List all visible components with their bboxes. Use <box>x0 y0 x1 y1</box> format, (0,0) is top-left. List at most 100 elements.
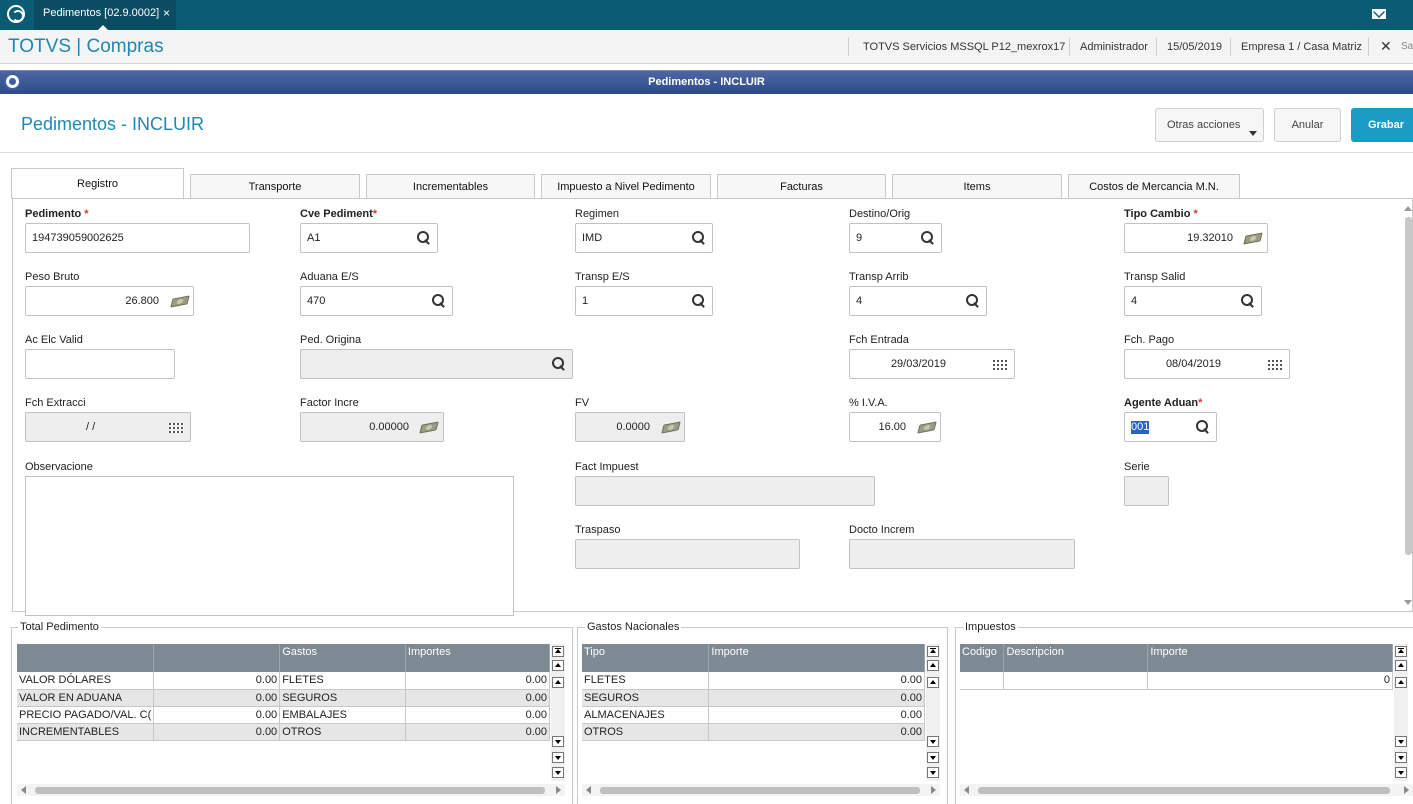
aduana-input[interactable]: 470 <box>300 286 453 316</box>
column-header[interactable]: Gastos <box>279 644 406 672</box>
page-down-icon[interactable] <box>1395 752 1407 763</box>
fch-pago-input[interactable]: 08/04/2019 <box>1124 349 1290 379</box>
scroll-right-icon[interactable] <box>931 786 936 794</box>
scroll-bottom-icon[interactable] <box>927 767 939 778</box>
agente-aduan-input[interactable]: 001 <box>1124 412 1217 442</box>
column-header[interactable] <box>153 644 281 672</box>
scroll-top-icon[interactable] <box>1395 646 1407 657</box>
scroll-down-icon[interactable] <box>552 736 564 747</box>
scroll-right-icon[interactable] <box>556 786 561 794</box>
table-scrollbar[interactable] <box>551 644 565 781</box>
exit-label[interactable]: Sa <box>1401 41 1413 52</box>
tab-incrementables[interactable]: Incrementables <box>366 174 535 199</box>
column-header[interactable]: Importes <box>405 644 551 672</box>
scroll-left-icon[interactable] <box>21 786 26 794</box>
table-row[interactable]: 0 <box>960 672 1393 690</box>
search-icon[interactable] <box>432 294 446 308</box>
search-icon[interactable] <box>921 231 935 245</box>
search-icon[interactable] <box>966 294 980 308</box>
search-icon[interactable] <box>417 231 431 245</box>
horizontal-scrollbar[interactable] <box>17 784 565 796</box>
cve-pediment-input[interactable]: A1 <box>300 223 438 253</box>
tab-facturas[interactable]: Facturas <box>717 174 886 199</box>
column-header[interactable]: Tipo <box>582 644 710 672</box>
column-header[interactable]: Codigo <box>960 644 1005 672</box>
transp-arrib-input[interactable]: 4 <box>849 286 987 316</box>
scroll-left-icon[interactable] <box>964 786 969 794</box>
fact-impuest-input[interactable] <box>575 476 875 506</box>
page-up-icon[interactable] <box>552 660 564 671</box>
window-icon[interactable] <box>4 73 21 90</box>
calendar-icon[interactable] <box>1268 358 1283 370</box>
calendar-icon[interactable] <box>993 358 1008 370</box>
scroll-bottom-icon[interactable] <box>1395 767 1407 778</box>
scroll-up-icon[interactable] <box>1395 677 1407 688</box>
ac-elc-input[interactable] <box>25 349 175 379</box>
regimen-input[interactable]: IMD <box>575 223 713 253</box>
tab-transporte[interactable]: Transporte <box>190 174 360 199</box>
tab-close-icon[interactable]: × <box>163 0 170 26</box>
page-down-icon[interactable] <box>927 752 939 763</box>
scroll-up-icon[interactable] <box>552 677 564 688</box>
table-row[interactable]: SEGUROS 0.00 <box>582 689 925 707</box>
traspaso-input[interactable] <box>575 539 800 569</box>
scroll-down-icon[interactable] <box>927 736 939 747</box>
page-up-icon[interactable] <box>1395 660 1407 671</box>
pedimento-input[interactable]: 194739059002625 <box>25 223 250 253</box>
search-icon[interactable] <box>1241 294 1255 308</box>
search-icon[interactable] <box>692 294 706 308</box>
tab-items[interactable]: Items <box>892 174 1062 199</box>
scroll-bottom-icon[interactable] <box>552 767 564 778</box>
fch-entrada-input[interactable]: 29/03/2019 <box>849 349 1015 379</box>
transp-salid-input[interactable]: 4 <box>1124 286 1262 316</box>
environment-label[interactable]: TOTVS Servicios MSSQL P12_mexrox17 <box>863 41 1065 53</box>
scroll-up-icon[interactable] <box>1404 206 1412 211</box>
scroll-right-icon[interactable] <box>1404 786 1409 794</box>
table-scrollbar[interactable] <box>1394 644 1408 781</box>
table-row[interactable]: PRECIO PAGADO/VAL. C(0.00 EMBALAJES 0.00 <box>17 706 551 724</box>
horizontal-scrollbar[interactable] <box>960 784 1413 796</box>
search-icon[interactable] <box>1196 420 1210 434</box>
table-row[interactable]: VALOR DÓLARES 0.00 FLETES 0.00 <box>17 672 551 690</box>
tab-costos-mercancia[interactable]: Costos de Mercancia M.N. <box>1068 174 1240 199</box>
search-icon[interactable] <box>552 357 566 371</box>
transp-es-input[interactable]: 1 <box>575 286 713 316</box>
column-header[interactable]: Importe <box>708 644 925 672</box>
search-icon[interactable] <box>692 231 706 245</box>
scroll-top-icon[interactable] <box>927 646 939 657</box>
observacione-textarea[interactable] <box>25 476 514 616</box>
scroll-thumb[interactable] <box>1405 217 1412 555</box>
other-actions-button[interactable]: Otras acciones <box>1155 108 1264 142</box>
calendar-icon[interactable] <box>169 421 184 433</box>
scroll-top-icon[interactable] <box>552 646 564 657</box>
ped-origina-input[interactable] <box>300 349 573 379</box>
form-scrollbar[interactable] <box>1403 203 1413 607</box>
fv-input[interactable]: 0.0000 <box>575 412 685 442</box>
tipo-cambio-input[interactable]: 19.32010 <box>1124 223 1268 253</box>
column-header[interactable]: Descripcion <box>1003 644 1149 672</box>
table-row[interactable]: INCREMENTABLES 0.00 OTROS 0.00 <box>17 723 551 741</box>
scroll-thumb[interactable] <box>35 787 545 794</box>
user-label[interactable]: Administrador <box>1080 41 1148 53</box>
page-down-icon[interactable] <box>552 752 564 763</box>
scroll-left-icon[interactable] <box>586 786 591 794</box>
table-row[interactable]: OTROS 0.00 <box>582 723 925 741</box>
date-label[interactable]: 15/05/2019 <box>1167 41 1222 53</box>
horizontal-scrollbar[interactable] <box>582 784 940 796</box>
scroll-thumb[interactable] <box>600 787 920 794</box>
scroll-up-icon[interactable] <box>927 677 939 688</box>
iva-input[interactable]: 16.00 <box>849 412 941 442</box>
tab-registro[interactable]: Registro <box>11 168 184 199</box>
page-up-icon[interactable] <box>927 660 939 671</box>
fch-extracci-input[interactable]: / / <box>25 412 191 442</box>
tab-impuesto-nivel-pedimento[interactable]: Impuesto a Nivel Pedimento <box>541 174 711 199</box>
peso-bruto-input[interactable]: 26.800 <box>25 286 194 316</box>
table-scrollbar[interactable] <box>926 644 940 781</box>
destino-input[interactable]: 9 <box>849 223 942 253</box>
docto-increm-input[interactable] <box>849 539 1075 569</box>
close-icon[interactable]: ✕ <box>1380 38 1392 55</box>
mail-icon[interactable] <box>1372 9 1386 19</box>
cancel-button[interactable]: Anular <box>1274 108 1341 142</box>
scroll-down-icon[interactable] <box>1395 736 1407 747</box>
table-row[interactable]: ALMACENAJES 0.00 <box>582 706 925 724</box>
